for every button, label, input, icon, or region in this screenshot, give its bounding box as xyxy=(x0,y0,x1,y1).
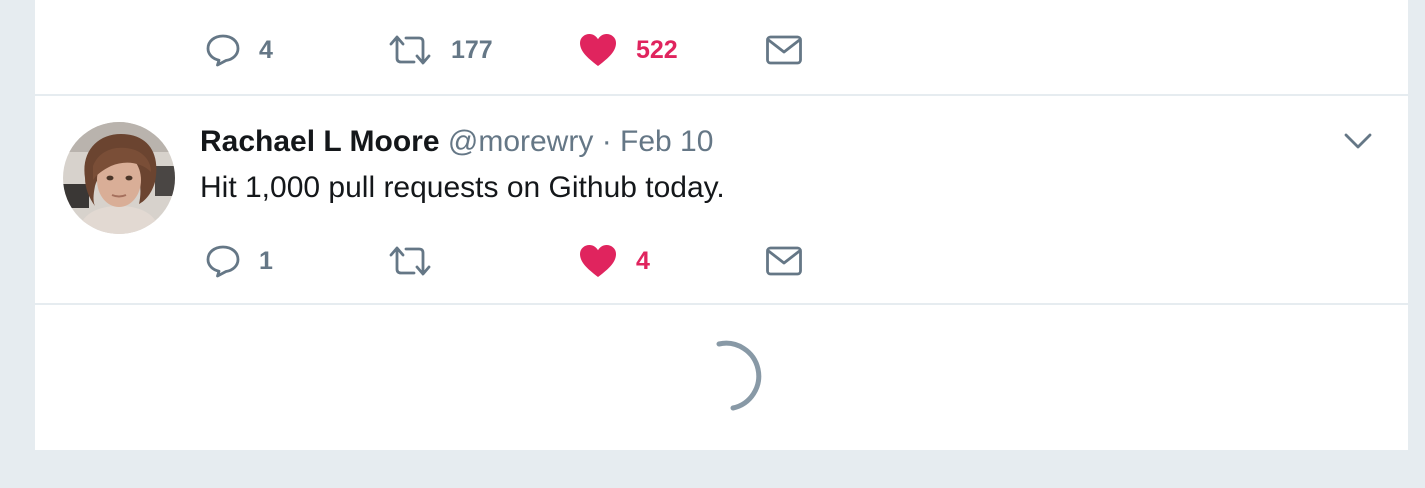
timeline: 4 177 522 Rachael L Moore @morewry · Feb… xyxy=(35,0,1408,450)
avatar[interactable] xyxy=(63,122,175,234)
separator: · xyxy=(601,125,612,158)
like-count: 522 xyxy=(636,35,678,64)
envelope-icon xyxy=(766,35,802,65)
tweet-actions: 1 4 xyxy=(205,241,905,281)
direct-message-button[interactable] xyxy=(765,30,803,70)
username[interactable]: @morewry xyxy=(448,125,593,158)
reply-button[interactable]: 4 xyxy=(205,30,273,70)
retweet-icon xyxy=(389,35,431,65)
envelope-icon xyxy=(766,246,802,276)
timestamp[interactable]: Feb 10 xyxy=(620,125,713,158)
reply-icon xyxy=(206,34,240,67)
retweet-button[interactable]: 177 xyxy=(387,30,493,70)
avatar-image xyxy=(63,122,175,234)
tweet-previous: 4 177 522 xyxy=(35,0,1408,96)
retweet-count: 177 xyxy=(451,35,493,64)
heart-icon xyxy=(580,245,616,277)
heart-icon xyxy=(580,34,616,66)
direct-message-button[interactable] xyxy=(765,241,803,281)
display-name[interactable]: Rachael L Moore xyxy=(200,125,440,158)
like-button[interactable]: 522 xyxy=(578,30,678,70)
tweet[interactable]: Rachael L Moore @morewry · Feb 10 Hit 1,… xyxy=(35,96,1408,305)
like-count: 4 xyxy=(636,246,650,275)
reply-count: 4 xyxy=(259,35,273,64)
retweet-icon xyxy=(389,246,431,276)
tweet-text: Hit 1,000 pull requests on Github today. xyxy=(200,171,725,204)
reply-icon xyxy=(206,245,240,278)
tweet-menu-button[interactable] xyxy=(1338,126,1378,156)
chevron-down-icon xyxy=(1344,133,1372,149)
loading-spinner xyxy=(695,336,775,416)
reply-button[interactable]: 1 xyxy=(205,241,273,281)
spinner-icon xyxy=(716,340,762,411)
tweet-header: Rachael L Moore @morewry · Feb 10 xyxy=(200,122,713,162)
retweet-button[interactable] xyxy=(387,241,451,281)
like-button[interactable]: 4 xyxy=(578,241,650,281)
reply-count: 1 xyxy=(259,246,273,275)
tweet-actions: 4 177 522 xyxy=(205,30,905,70)
